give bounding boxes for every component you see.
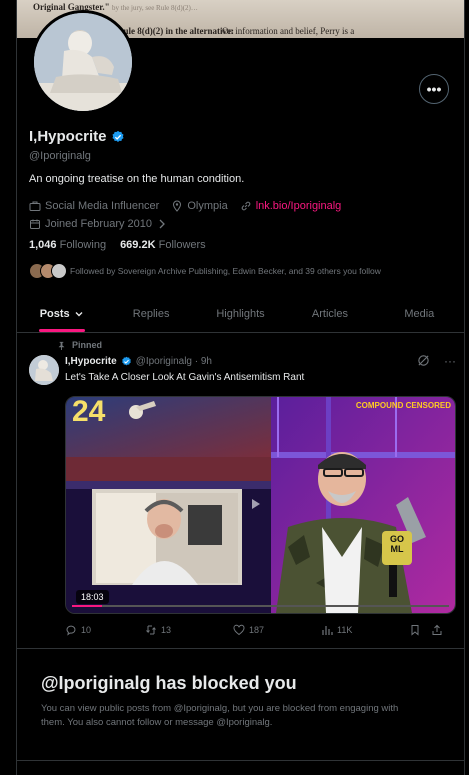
chevron-down-icon xyxy=(75,312,83,317)
banner-text-faint: by the jury, see Rule 8(d)(2)… xyxy=(112,4,198,12)
followed-by-avatars xyxy=(29,263,67,279)
following-count: 1,046 xyxy=(29,239,57,251)
views-button[interactable]: 11K xyxy=(321,624,409,636)
repost-count: 13 xyxy=(161,625,172,635)
calendar-icon xyxy=(30,219,40,229)
like-count: 187 xyxy=(249,625,265,635)
display-name-row: I,Hypocrite xyxy=(29,128,125,145)
profile-handle: @Iporiginalg xyxy=(29,150,91,162)
display-name: I,Hypocrite xyxy=(29,128,107,145)
tweet-author-avatar[interactable] xyxy=(29,355,59,385)
follow-stats: 1,046 Following 669.2K Followers xyxy=(29,239,206,251)
location-label: Olympia xyxy=(187,200,228,212)
banner-text-line2-bold: Rule 8(d)(2) in the alternative: xyxy=(117,26,234,36)
following-link[interactable]: 1,046 Following xyxy=(29,239,106,251)
blocked-title: @Iporiginalg has blocked you xyxy=(41,673,297,693)
grok-icon[interactable] xyxy=(417,354,430,367)
followed-by-row[interactable]: Followed by Sovereign Archive Publishing… xyxy=(29,263,381,279)
reply-button[interactable]: 10 xyxy=(65,624,145,636)
bookmark-button[interactable] xyxy=(409,624,431,636)
share-icon xyxy=(432,624,442,635)
mic-flag-label: GO ML xyxy=(385,534,409,554)
link-icon xyxy=(241,201,250,211)
tab-replies-label: Replies xyxy=(132,308,170,320)
chevron-right-icon[interactable] xyxy=(156,218,168,230)
play-icon[interactable] xyxy=(252,499,260,509)
followers-link[interactable]: 669.2K Followers xyxy=(120,239,206,251)
followed-by-text: Followed by Sovereign Archive Publishing… xyxy=(70,266,381,276)
video-corner-number: 24 xyxy=(72,396,106,428)
share-button[interactable] xyxy=(431,624,443,636)
like-button[interactable]: 187 xyxy=(233,624,321,636)
verified-badge-icon[interactable] xyxy=(121,356,132,367)
blocked-description: You can view public posts from @Iporigin… xyxy=(41,703,399,728)
mini-avatar xyxy=(51,263,67,279)
location-pin-icon xyxy=(173,200,182,212)
video-progress-fill xyxy=(72,605,103,607)
tab-posts[interactable]: Posts xyxy=(17,296,106,332)
video-duration: 18:03 xyxy=(76,590,109,604)
joined-item: Joined February 2010 xyxy=(29,218,168,230)
followers-label: Followers xyxy=(158,239,206,251)
video-thumbnail xyxy=(66,397,455,613)
repost-icon xyxy=(146,625,156,635)
divider xyxy=(17,648,464,649)
location-item: Olympia xyxy=(171,200,228,212)
website-item[interactable]: lnk.bio/Iporiginalg xyxy=(240,200,342,212)
active-tab-indicator xyxy=(38,329,85,332)
video-brand-label: COMPOUND CENSORED xyxy=(355,401,451,410)
pin-icon xyxy=(58,341,65,350)
profile-tabs: Posts Replies Highlights Articles Media xyxy=(17,296,464,333)
tweet-header: I,Hypocrite @Iporiginalg · 9h xyxy=(65,356,212,367)
profile-avatar[interactable] xyxy=(31,10,135,114)
tab-replies[interactable]: Replies xyxy=(106,296,195,332)
divider xyxy=(17,760,464,761)
following-label: Following xyxy=(59,239,107,251)
reply-icon xyxy=(66,625,76,636)
verified-badge-icon[interactable] xyxy=(111,130,125,144)
tab-posts-label: Posts xyxy=(39,308,70,320)
tweet-actions: 10 13 187 11K xyxy=(65,624,455,636)
statue-image xyxy=(34,13,132,111)
tweet-handle-time[interactable]: @Iporiginalg · 9h xyxy=(136,356,212,367)
profile-bio: An ongoing treatise on the human conditi… xyxy=(29,173,245,185)
tweet-top-icons: ··· xyxy=(417,354,456,368)
tab-highlights-label: Highlights xyxy=(216,308,265,320)
banner-text-line2: On information and belief, Perry is a xyxy=(222,26,355,36)
profile-meta: Social Media Influencer Olympia lnk.bio/… xyxy=(29,197,349,233)
category-label: Social Media Influencer xyxy=(45,200,160,212)
pinned-indicator: Pinned xyxy=(57,340,102,350)
reply-count: 10 xyxy=(81,625,92,635)
pinned-label: Pinned xyxy=(72,340,103,350)
tab-media-label: Media xyxy=(404,308,435,320)
followers-count: 669.2K xyxy=(120,239,156,251)
briefcase-icon xyxy=(29,201,41,211)
joined-label: Joined February 2010 xyxy=(45,218,153,230)
profile-column: Original Gangster." by the jury, see Rul… xyxy=(16,0,465,775)
tweet-text: Let's Take A Closer Look At Gavin's Anti… xyxy=(65,372,305,383)
tweet-video[interactable]: 24 COMPOUND CENSORED GO ML 18:03 xyxy=(65,396,456,614)
heart-icon xyxy=(233,624,245,636)
statue-image xyxy=(29,355,59,385)
repost-button[interactable]: 13 xyxy=(145,624,233,636)
views-count: 11K xyxy=(337,625,353,635)
tab-articles[interactable]: Articles xyxy=(285,296,374,332)
mic-flag-top: GO xyxy=(389,534,404,544)
tab-articles-label: Articles xyxy=(311,308,348,320)
tab-media[interactable]: Media xyxy=(375,296,464,332)
website-link[interactable]: lnk.bio/Iporiginalg xyxy=(256,200,342,212)
tweet-more-button[interactable]: ··· xyxy=(444,354,456,368)
views-icon xyxy=(322,626,333,635)
tweet-author-name[interactable]: I,Hypocrite xyxy=(65,356,117,367)
tab-highlights[interactable]: Highlights xyxy=(196,296,285,332)
video-progress-track[interactable] xyxy=(72,605,449,607)
category-item: Social Media Influencer xyxy=(29,200,159,212)
more-options-button[interactable]: ••• xyxy=(419,74,449,104)
mic-flag-bottom: ML xyxy=(390,544,404,554)
bookmark-icon xyxy=(411,625,419,636)
